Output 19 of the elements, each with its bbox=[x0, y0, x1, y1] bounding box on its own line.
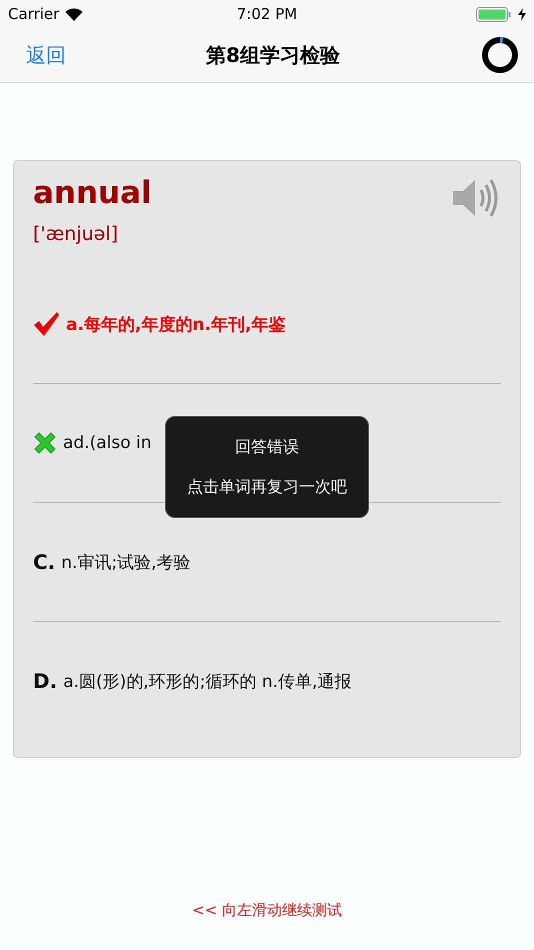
progress-ring bbox=[480, 35, 520, 75]
charging-icon bbox=[518, 8, 526, 20]
clock-time: 7:02 PM bbox=[236, 5, 298, 23]
word-title[interactable]: annual bbox=[33, 173, 152, 213]
carrier-label: Carrier bbox=[8, 5, 60, 23]
option-letter: D. bbox=[33, 669, 58, 693]
toast-message: 点击单词再复习一次吧 bbox=[187, 476, 347, 498]
option-text[interactable]: ad.(also in bbox=[63, 433, 152, 453]
toast-title: 回答错误 bbox=[235, 436, 299, 458]
option-text[interactable]: a.圆(形)的,环形的;循环的 n.传单,通报 bbox=[63, 670, 352, 692]
wifi-icon bbox=[65, 8, 84, 20]
swipe-hint: << 向左滑动继续测试 bbox=[192, 901, 342, 919]
check-icon bbox=[33, 311, 60, 337]
battery-icon bbox=[476, 6, 512, 22]
phonetic-text: ['ænjuəl] bbox=[33, 223, 118, 245]
cross-icon bbox=[33, 431, 57, 455]
option-letter: C. bbox=[33, 550, 56, 574]
page-title: 第8组学习检验 bbox=[206, 42, 340, 68]
option-text[interactable]: n.审讯;试验,考验 bbox=[61, 550, 191, 574]
